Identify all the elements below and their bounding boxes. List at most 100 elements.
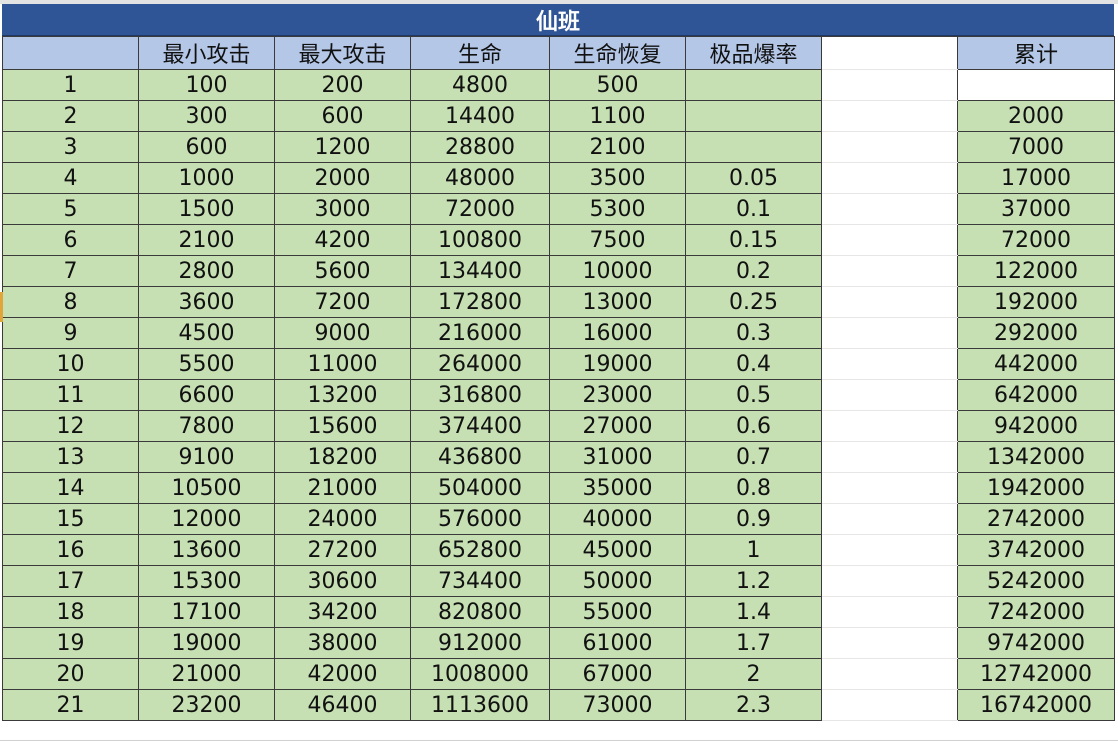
cell-level[interactable]: 19 (2, 627, 139, 659)
cell-min-attack[interactable]: 5500 (138, 348, 275, 380)
cell-max-attack[interactable]: 9000 (274, 317, 411, 349)
cell-spacer[interactable] (821, 131, 958, 163)
cell-min-attack[interactable]: 6600 (138, 379, 275, 411)
header-cell-rare-drop-rate[interactable]: 极品爆率 (685, 36, 822, 70)
cell-cumulative[interactable]: 5242000 (957, 565, 1115, 597)
cell-hp[interactable]: 504000 (410, 472, 550, 504)
cell-level[interactable]: 6 (2, 224, 139, 256)
cell-level[interactable]: 8 (2, 286, 139, 318)
cell-hp-regen[interactable]: 3500 (549, 162, 686, 194)
cell-cumulative[interactable]: 2742000 (957, 503, 1115, 535)
cell-cumulative[interactable]: 9742000 (957, 627, 1115, 659)
cell-max-attack[interactable]: 27200 (274, 534, 411, 566)
cell-hp[interactable]: 216000 (410, 317, 550, 349)
cell-hp[interactable]: 100800 (410, 224, 550, 256)
cell-hp-regen[interactable]: 500 (549, 69, 686, 101)
cell-spacer[interactable] (821, 379, 958, 411)
cell-spacer[interactable] (821, 193, 958, 225)
cell-min-attack[interactable]: 300 (138, 100, 275, 132)
cell-hp-regen[interactable]: 13000 (549, 286, 686, 318)
cell-level[interactable]: 10 (2, 348, 139, 380)
cell-rare-drop-rate[interactable]: 0.25 (685, 286, 822, 318)
cell-hp[interactable]: 134400 (410, 255, 550, 287)
cell-max-attack[interactable]: 30600 (274, 565, 411, 597)
cell-level[interactable]: 21 (2, 689, 139, 721)
cell-hp-regen[interactable]: 55000 (549, 596, 686, 628)
cell-level[interactable]: 5 (2, 193, 139, 225)
header-cell-cumulative[interactable]: 累计 (957, 36, 1115, 70)
header-cell-hp-regen[interactable]: 生命恢复 (549, 36, 686, 70)
cell-spacer[interactable] (821, 348, 958, 380)
cell-max-attack[interactable]: 21000 (274, 472, 411, 504)
cell-spacer[interactable] (821, 565, 958, 597)
cell-min-attack[interactable]: 1000 (138, 162, 275, 194)
cell-spacer[interactable] (821, 100, 958, 132)
cell-hp[interactable]: 1008000 (410, 658, 550, 690)
cell-spacer[interactable] (821, 286, 958, 318)
cell-min-attack[interactable]: 2800 (138, 255, 275, 287)
cell-min-attack[interactable]: 4500 (138, 317, 275, 349)
cell-max-attack[interactable]: 46400 (274, 689, 411, 721)
header-cell-max-attack[interactable]: 最大攻击 (274, 36, 411, 70)
cell-level[interactable]: 14 (2, 472, 139, 504)
cell-max-attack[interactable]: 3000 (274, 193, 411, 225)
cell-hp[interactable]: 264000 (410, 348, 550, 380)
cell-cumulative[interactable]: 2000 (957, 100, 1115, 132)
cell-min-attack[interactable]: 1500 (138, 193, 275, 225)
cell-rare-drop-rate[interactable]: 0.5 (685, 379, 822, 411)
cell-rare-drop-rate[interactable]: 0.2 (685, 255, 822, 287)
cell-hp[interactable]: 4800 (410, 69, 550, 101)
cell-hp[interactable]: 28800 (410, 131, 550, 163)
cell-max-attack[interactable]: 600 (274, 100, 411, 132)
cell-level[interactable]: 13 (2, 441, 139, 473)
cell-max-attack[interactable]: 1200 (274, 131, 411, 163)
cell-max-attack[interactable]: 2000 (274, 162, 411, 194)
cell-max-attack[interactable]: 38000 (274, 627, 411, 659)
cell-spacer[interactable] (821, 441, 958, 473)
cell-max-attack[interactable]: 34200 (274, 596, 411, 628)
cell-min-attack[interactable]: 100 (138, 69, 275, 101)
cell-level[interactable]: 9 (2, 317, 139, 349)
header-cell-hp[interactable]: 生命 (410, 36, 550, 70)
header-cell-level[interactable] (2, 36, 139, 70)
cell-hp[interactable]: 576000 (410, 503, 550, 535)
cell-spacer[interactable] (821, 596, 958, 628)
cell-cumulative[interactable]: 122000 (957, 255, 1115, 287)
cell-level[interactable]: 7 (2, 255, 139, 287)
cell-min-attack[interactable]: 13600 (138, 534, 275, 566)
cell-hp[interactable]: 912000 (410, 627, 550, 659)
cell-min-attack[interactable]: 15300 (138, 565, 275, 597)
cell-max-attack[interactable]: 5600 (274, 255, 411, 287)
cell-rare-drop-rate[interactable]: 0.15 (685, 224, 822, 256)
cell-level[interactable]: 11 (2, 379, 139, 411)
cell-hp-regen[interactable]: 5300 (549, 193, 686, 225)
cell-hp-regen[interactable]: 19000 (549, 348, 686, 380)
cell-level[interactable]: 2 (2, 100, 139, 132)
cell-cumulative[interactable]: 642000 (957, 379, 1115, 411)
cell-hp-regen[interactable]: 35000 (549, 472, 686, 504)
header-cell-min-attack[interactable]: 最小攻击 (138, 36, 275, 70)
cell-cumulative[interactable]: 3742000 (957, 534, 1115, 566)
cell-max-attack[interactable]: 18200 (274, 441, 411, 473)
cell-rare-drop-rate[interactable] (685, 100, 822, 132)
cell-min-attack[interactable]: 21000 (138, 658, 275, 690)
cell-hp[interactable]: 72000 (410, 193, 550, 225)
cell-rare-drop-rate[interactable]: 0.8 (685, 472, 822, 504)
cell-rare-drop-rate[interactable]: 0.6 (685, 410, 822, 442)
cell-spacer[interactable] (821, 534, 958, 566)
cell-min-attack[interactable]: 3600 (138, 286, 275, 318)
cell-hp-regen[interactable]: 31000 (549, 441, 686, 473)
cell-cumulative[interactable]: 292000 (957, 317, 1115, 349)
cell-spacer[interactable] (821, 69, 958, 101)
cell-min-attack[interactable]: 19000 (138, 627, 275, 659)
cell-level[interactable]: 4 (2, 162, 139, 194)
cell-cumulative[interactable]: 192000 (957, 286, 1115, 318)
cell-hp[interactable]: 820800 (410, 596, 550, 628)
cell-hp-regen[interactable]: 27000 (549, 410, 686, 442)
cell-hp[interactable]: 1113600 (410, 689, 550, 721)
cell-hp[interactable]: 316800 (410, 379, 550, 411)
cell-spacer[interactable] (821, 472, 958, 504)
cell-level[interactable]: 15 (2, 503, 139, 535)
cell-max-attack[interactable]: 200 (274, 69, 411, 101)
cell-cumulative[interactable]: 16742000 (957, 689, 1115, 721)
